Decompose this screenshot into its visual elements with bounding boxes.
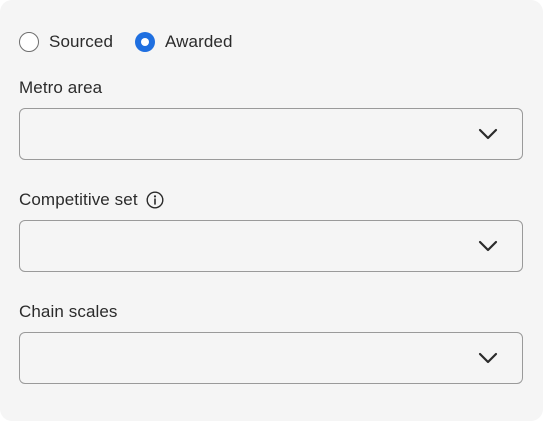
metro-area-select[interactable] — [19, 108, 523, 160]
radio-awarded-circle[interactable] — [135, 32, 156, 52]
chain-scales-label: Chain scales — [19, 300, 523, 324]
metro-area-field: Metro area — [19, 76, 523, 160]
filter-panel: Sourced Awarded Metro area Competitive s… — [0, 0, 543, 421]
competitive-set-field: Competitive set — [19, 188, 523, 272]
chevron-down-icon — [478, 240, 498, 252]
chain-scales-select[interactable] — [19, 332, 523, 384]
competitive-set-select[interactable] — [19, 220, 523, 272]
info-icon[interactable] — [146, 191, 164, 209]
status-radio-group: Sourced Awarded — [19, 32, 255, 52]
chain-scales-field: Chain scales — [19, 300, 523, 384]
radio-sourced[interactable]: Sourced — [19, 32, 113, 52]
chevron-down-icon — [478, 128, 498, 140]
radio-awarded-label: Awarded — [165, 32, 233, 51]
radio-awarded[interactable]: Awarded — [135, 32, 233, 52]
chevron-down-icon — [478, 352, 498, 364]
metro-area-label-text: Metro area — [19, 78, 103, 97]
competitive-set-label-text: Competitive set — [19, 190, 138, 209]
radio-sourced-label: Sourced — [49, 32, 114, 51]
radio-sourced-circle[interactable] — [19, 32, 39, 52]
competitive-set-label: Competitive set — [19, 188, 523, 212]
metro-area-label: Metro area — [19, 76, 523, 100]
chain-scales-label-text: Chain scales — [19, 302, 118, 321]
